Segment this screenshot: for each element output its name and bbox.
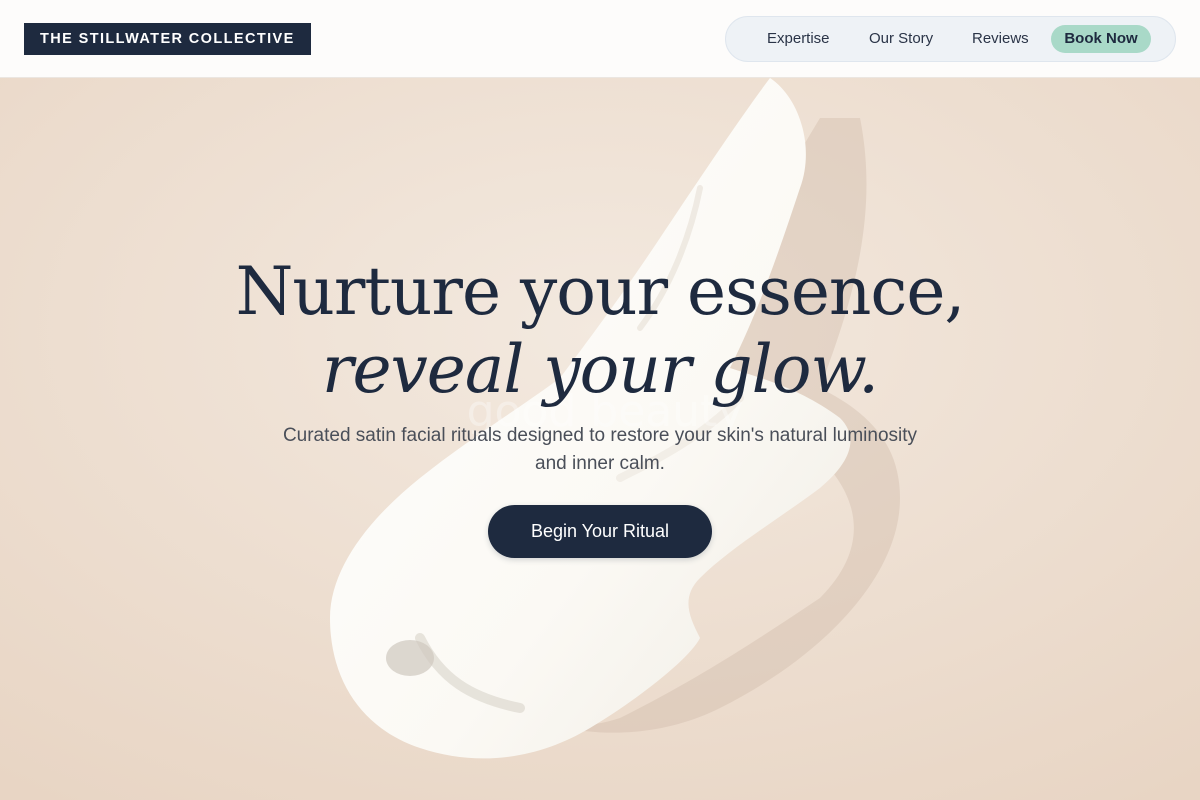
begin-ritual-button[interactable]: Begin Your Ritual	[488, 505, 712, 558]
hero-heading: Nurture your essence, reveal your glow.	[0, 253, 1200, 409]
hero-subtitle: Curated satin facial rituals designed to…	[282, 425, 918, 474]
hero-heading-line1: Nurture your essence,	[235, 253, 966, 330]
hero-heading-line2: reveal your glow.	[321, 331, 879, 408]
site-header: THE STILLWATER COLLECTIVE Expertise Our …	[0, 0, 1200, 78]
nav-our-story[interactable]: Our Story	[869, 29, 933, 49]
hero-section: good beauty Nurture your essence, reveal…	[0, 78, 1200, 800]
book-now-button[interactable]: Book Now	[1051, 25, 1151, 53]
brand-logo[interactable]: THE STILLWATER COLLECTIVE	[24, 23, 311, 55]
nav-expertise[interactable]: Expertise	[767, 29, 830, 49]
main-nav: Expertise Our Story Reviews Book Now	[725, 16, 1176, 62]
nav-reviews[interactable]: Reviews	[972, 29, 1029, 49]
